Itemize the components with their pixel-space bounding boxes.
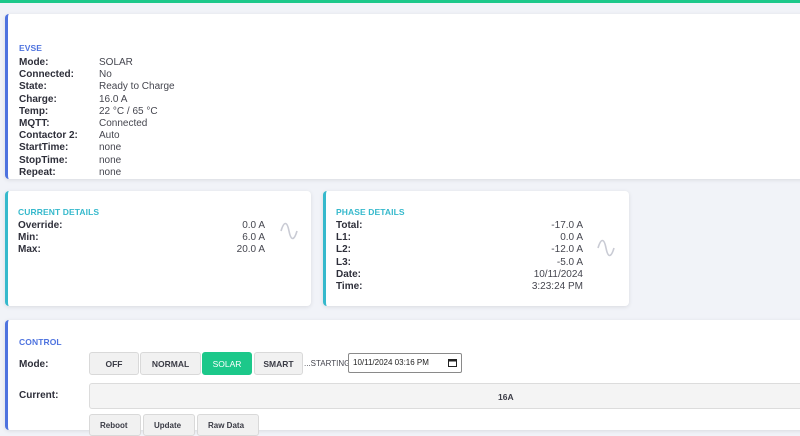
value: 6.0 A — [242, 232, 265, 244]
label: StartTime: — [19, 142, 69, 154]
label: Mode: — [19, 57, 49, 68]
current-row-min: Min: 6.0 A — [18, 232, 265, 244]
value: 22 °C / 65 °C — [99, 105, 158, 117]
value: -12.0 A — [551, 244, 583, 256]
starting-datetime-value: 10/11/2024 03:16 PM — [353, 358, 429, 367]
raw-data-button[interactable]: Raw Data — [197, 414, 259, 436]
evse-row-temp: Temp: 22 °C / 65 °C — [19, 106, 175, 118]
value: -17.0 A — [551, 220, 583, 231]
evse-row-state: State: Ready to Charge — [19, 81, 175, 93]
label: Connected: — [19, 69, 74, 81]
calendar-icon[interactable] — [448, 358, 457, 367]
label: State: — [19, 81, 47, 93]
value: No — [99, 69, 112, 81]
label: Total: — [336, 220, 363, 231]
value: Ready to Charge — [99, 81, 175, 93]
value: SOLAR — [99, 57, 133, 68]
phase-row-total: Total: -17.0 A — [336, 220, 583, 232]
evse-row-mqtt: MQTT: Connected — [19, 118, 175, 130]
label: Date: — [336, 268, 362, 280]
value: Connected — [99, 117, 148, 129]
label: L3: — [336, 256, 351, 268]
evse-row-starttime: StartTime: none — [19, 142, 175, 154]
label: Min: — [18, 232, 39, 244]
label: StopTime: — [19, 154, 68, 166]
phase-row-l2: L2: -12.0 A — [336, 244, 583, 256]
current-details-card: CURRENT DETAILS Override: 0.0 A Min: 6.0 A… — [5, 191, 311, 306]
value: 10/11/2024 — [533, 268, 583, 280]
evse-row-charge: Charge: 16.0 A — [19, 94, 175, 106]
starting-label: ...STARTING: — [304, 359, 353, 368]
phase-row-date: Date: 10/11/2024 — [336, 269, 583, 281]
label: Override: — [18, 220, 63, 231]
evse-row-connected: Connected: No — [19, 69, 175, 81]
label: Temp: — [19, 105, 49, 117]
evse-row-contactor: Contactor 2: Auto — [19, 130, 175, 142]
control-title: CONTROL — [19, 337, 62, 347]
current-label: Current: — [19, 390, 59, 401]
label: Repeat: — [19, 166, 56, 178]
phase-row-time: Time: 3:23:24 PM — [336, 281, 583, 293]
phase-details-list: Total: -17.0 A L1: 0.0 A L2: -12.0 A L3: -5.… — [336, 220, 583, 293]
label: Charge: — [19, 93, 57, 105]
current-slider-value: 16A — [498, 392, 514, 402]
label: Max: — [18, 244, 41, 256]
sine-wave-icon — [280, 222, 298, 240]
evse-details: Mode: SOLAR Connected: No State: Ready to C… — [19, 57, 175, 179]
update-button[interactable]: Update — [143, 414, 195, 436]
mode-off-button[interactable]: OFF — [89, 352, 139, 375]
current-row-override: Override: 0.0 A — [18, 220, 265, 232]
mode-label: Mode: — [19, 359, 49, 370]
phase-row-l3: L3: -5.0 A — [336, 257, 583, 269]
top-accent-bar — [0, 0, 800, 3]
value: 3:23:24 PM — [531, 280, 583, 292]
value: -5.0 A — [556, 256, 583, 268]
phase-details-card: PHASE DETAILS Total: -17.0 A L1: 0.0 A L2:… — [323, 191, 629, 306]
value: 16.0 A — [99, 93, 128, 105]
label: Contactor 2: — [19, 130, 78, 142]
evse-row-stoptime: StopTime: none — [19, 155, 175, 167]
phase-row-l1: L1: 0.0 A — [336, 232, 583, 244]
label: L2: — [336, 244, 351, 256]
evse-row-repeat: Repeat: none — [19, 167, 175, 179]
current-details-list: Override: 0.0 A Min: 6.0 A Max: 20.0 A — [18, 220, 265, 257]
value: 0.0 A — [242, 220, 265, 231]
mode-solar-button[interactable]: SOLAR — [202, 352, 252, 375]
mode-smart-button[interactable]: SMART — [254, 352, 303, 375]
label: MQTT: — [19, 117, 50, 129]
starting-datetime-input[interactable]: 10/11/2024 03:16 PM — [348, 353, 462, 373]
value: none — [99, 142, 122, 154]
current-row-max: Max: 20.0 A — [18, 244, 265, 256]
value: none — [99, 166, 122, 178]
control-card: CONTROL Mode: OFF NORMAL SOLAR SMART ...… — [5, 320, 800, 436]
current-slider[interactable]: 16A — [89, 383, 800, 409]
mode-normal-button[interactable]: NORMAL — [140, 352, 201, 375]
reboot-button[interactable]: Reboot — [89, 414, 141, 436]
evse-title: EVSE — [19, 43, 43, 53]
phase-details-title: PHASE DETAILS — [336, 207, 405, 217]
label: Time: — [336, 280, 363, 292]
value: 20.0 A — [236, 244, 265, 256]
current-details-title: CURRENT DETAILS — [18, 207, 100, 217]
value: none — [99, 154, 122, 166]
label: L1: — [336, 232, 351, 244]
value: 0.0 A — [560, 232, 583, 244]
evse-row-mode: Mode: SOLAR — [19, 57, 175, 69]
sine-wave-icon — [597, 239, 615, 257]
value: Auto — [99, 130, 120, 142]
evse-card: EVSE Mode: SOLAR Connected: No State: Ready… — [5, 14, 800, 179]
